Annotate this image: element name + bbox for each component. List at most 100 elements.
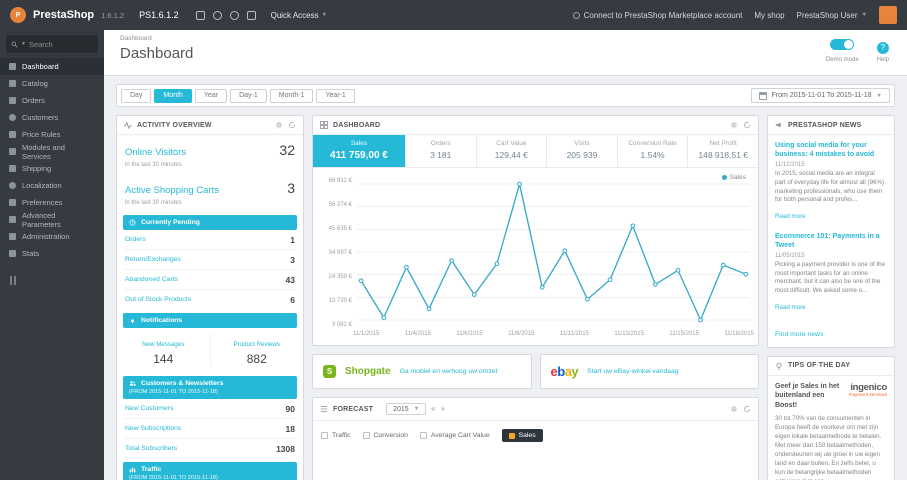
- forecast-legend: Traffic Conversion Average Cart Value Sa…: [313, 421, 758, 450]
- new-messages-link[interactable]: New Messages: [142, 341, 184, 348]
- active-carts-stat: Active Shopping Carts in the last 30 min…: [117, 173, 303, 211]
- kpi-cart-value[interactable]: Cart Value 129,44 €: [477, 135, 548, 167]
- marketplace-link[interactable]: Connect to PrestaShop Marketplace accoun…: [572, 11, 742, 20]
- chart-legend[interactable]: Sales: [721, 174, 746, 181]
- sidebar-item-preferences[interactable]: Preferences: [0, 194, 104, 211]
- orders-link[interactable]: Orders: [125, 236, 146, 243]
- filter-day-button[interactable]: Day: [121, 88, 152, 103]
- sales-chart-area: 66 912 € 56 274 € 45 635 € 34 997 € 24 3…: [313, 168, 758, 328]
- shopgate-promo[interactable]: S Shopgate Ga mobiel en verhoog uw omzet: [312, 354, 532, 389]
- gear-icon[interactable]: [730, 405, 738, 413]
- filter-month-1-button[interactable]: Month-1: [269, 88, 314, 103]
- x-tick: 11/18/2015: [724, 331, 754, 337]
- sidebar-item-stats[interactable]: Stats: [0, 245, 104, 262]
- prestashop-logo-icon: P: [10, 7, 26, 23]
- sidebar-item-advanced-parameters[interactable]: Advanced Parameters: [0, 211, 104, 229]
- help-control: ? Help: [877, 37, 889, 63]
- sidebar-item-price-rules[interactable]: Price Rules: [0, 126, 104, 143]
- previous-year-button[interactable]: «: [431, 405, 435, 413]
- kpi-value: 205 939: [566, 150, 598, 160]
- online-visitors-link[interactable]: Online Visitors: [125, 147, 186, 158]
- next-year-button[interactable]: »: [441, 405, 445, 413]
- quick-access-menu[interactable]: Quick Access ▼: [271, 11, 327, 20]
- filter-year-button[interactable]: Year: [194, 88, 228, 103]
- forecast-sales-toggle[interactable]: Sales: [501, 429, 543, 442]
- profile-icon[interactable]: [212, 10, 222, 20]
- brand-name: PrestaShop: [33, 9, 95, 21]
- sidebar-item-administration[interactable]: Administration: [0, 228, 104, 245]
- filter-month-button[interactable]: Month: [154, 88, 192, 103]
- new-messages-stat[interactable]: New Messages 144: [117, 333, 210, 366]
- y-tick: 56 274 €: [328, 202, 352, 208]
- new-subscriptions-link[interactable]: New Subscriptions: [125, 425, 181, 432]
- rocket-icon[interactable]: [246, 10, 256, 20]
- product-reviews-link[interactable]: Product Reviews: [234, 341, 280, 348]
- x-tick: 11/6/2015: [456, 331, 483, 337]
- refresh-icon[interactable]: [743, 405, 751, 413]
- refresh-icon[interactable]: [288, 121, 296, 129]
- sidebar-item-customers[interactable]: Customers: [0, 109, 104, 126]
- search-input[interactable]: [28, 39, 93, 49]
- kpi-visits[interactable]: Visits 205 939: [547, 135, 618, 167]
- y-tick: 13 720 €: [328, 298, 352, 304]
- kpi-orders[interactable]: Orders 3 181: [406, 135, 477, 167]
- returns-link[interactable]: Return/Exchanges: [125, 256, 181, 263]
- gear-icon[interactable]: [730, 121, 738, 129]
- kpi-net-profit[interactable]: Net Profit 148 918,51 €: [688, 135, 758, 167]
- kpi-conversion-rate[interactable]: Conversion Rate 1.54%: [618, 135, 689, 167]
- ebay-link[interactable]: Start uw eBay-winkel vandaag: [587, 368, 678, 375]
- forecast-conversion-toggle[interactable]: Conversion: [362, 432, 408, 439]
- online-visitors-sub: in the last 30 minutes: [125, 162, 182, 168]
- forecast-traffic-toggle[interactable]: Traffic: [321, 432, 351, 439]
- ebay-promo[interactable]: ebay Start uw eBay-winkel vandaag: [539, 354, 759, 389]
- topbar-right: Connect to PrestaShop Marketplace accoun…: [572, 6, 897, 24]
- shop-name[interactable]: PS1.6.1.2: [139, 10, 179, 20]
- kpi-label: Net Profit: [709, 140, 737, 147]
- sidebar-item-catalog[interactable]: Catalog: [0, 75, 104, 92]
- forecast-cart-value-toggle[interactable]: Average Cart Value: [419, 432, 490, 439]
- help-icon[interactable]: ?: [876, 42, 889, 54]
- sidebar-collapse-button[interactable]: [10, 276, 94, 285]
- demo-mode-toggle[interactable]: [830, 39, 855, 50]
- kpi-sales[interactable]: Sales 411 759,00 €: [313, 135, 406, 167]
- product-reviews-stat[interactable]: Product Reviews 882: [209, 333, 304, 366]
- sidebar-item-orders[interactable]: Orders: [0, 92, 104, 109]
- active-carts-link[interactable]: Active Shopping Carts: [125, 185, 219, 196]
- kpi-label: Sales: [350, 140, 368, 147]
- news-article-title[interactable]: Ecommerce 101: Payments in a Tweet: [775, 232, 887, 250]
- gear-icon[interactable]: [275, 121, 283, 129]
- total-subscribers-link[interactable]: Total Subscribers: [125, 445, 177, 452]
- date-range-picker[interactable]: From 2015-11-01 To 2015-11-18 ▼: [750, 88, 890, 103]
- new-customers-link[interactable]: New Customers: [125, 405, 173, 412]
- currently-pending-header: Currently Pending: [123, 215, 297, 230]
- cart-icon[interactable]: [195, 10, 205, 20]
- shopgate-link[interactable]: Ga mobiel en verhoog uw omzet: [400, 368, 498, 375]
- sidebar-item-localization[interactable]: Localization: [0, 177, 104, 194]
- forecast-legend-label: Traffic: [332, 432, 351, 439]
- filter-day-1-button[interactable]: Day-1: [230, 88, 267, 103]
- sidebar-item-modules[interactable]: Modules and Services: [0, 143, 104, 161]
- sales-swatch-icon: [508, 432, 515, 439]
- filter-year-1-button[interactable]: Year-1: [316, 88, 355, 103]
- lifesaver-icon[interactable]: [229, 10, 239, 20]
- year-select[interactable]: 2015 ▼: [386, 403, 427, 415]
- read-more-link[interactable]: Read more: [775, 304, 806, 311]
- user-avatar[interactable]: [879, 6, 897, 24]
- out-of-stock-link[interactable]: Out of Stock Products: [125, 296, 191, 303]
- find-more-news-link[interactable]: Find more news: [775, 331, 823, 338]
- read-more-link[interactable]: Read more: [775, 213, 806, 220]
- news-article-title[interactable]: Using social media for your business: 4 …: [775, 141, 887, 159]
- sidebar-item-dashboard[interactable]: Dashboard: [0, 58, 104, 75]
- user-menu[interactable]: PrestaShop User ▼: [797, 11, 867, 20]
- forecast-legend-label: Sales: [518, 432, 536, 439]
- sidebar-search[interactable]: ▼: [6, 35, 98, 53]
- sidebar-item-shipping[interactable]: Shipping: [0, 160, 104, 177]
- my-shop-link[interactable]: My shop: [754, 11, 784, 20]
- prestashop-admin-screen: P PrestaShop 1.6.1.2 PS1.6.1.2 Quick Acc…: [0, 0, 907, 480]
- refresh-icon[interactable]: [743, 121, 751, 129]
- dashboard-panel-header: DASHBOARD: [313, 116, 758, 135]
- tips-body: Geef je Sales in het buitenland een Boos…: [768, 376, 894, 480]
- dashboard-panel-actions: [730, 121, 751, 129]
- abandoned-carts-link[interactable]: Abandoned Carts: [125, 276, 178, 283]
- forecast-panel: FORECAST 2015 ▼ « » Traffic Conversion A…: [312, 397, 759, 480]
